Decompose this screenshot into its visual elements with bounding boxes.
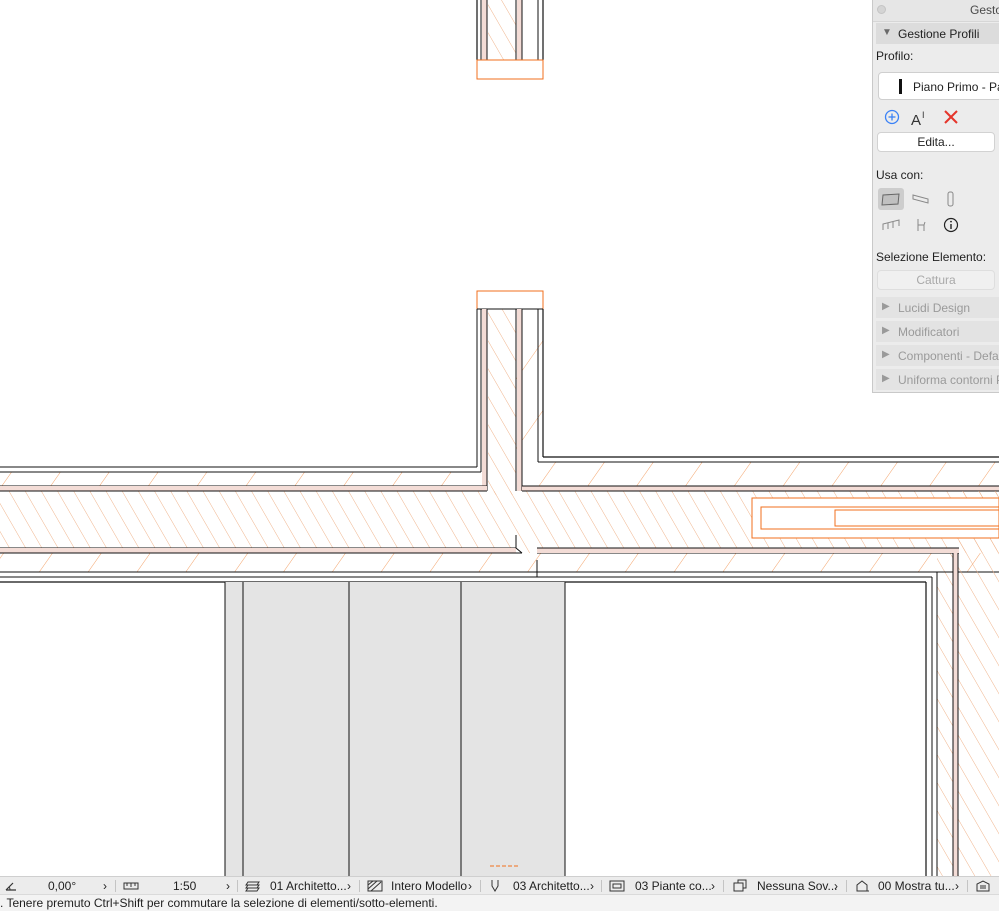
renovation-value[interactable]: 00 Mostra tu...: [878, 877, 955, 894]
svg-text:I: I: [922, 110, 925, 120]
selection-label: Selezione Elemento:: [876, 250, 987, 264]
section-uniforma-contorni[interactable]: ▶ Uniforma contorni P: [876, 369, 999, 390]
close-window-button[interactable]: [877, 5, 886, 14]
ruler-icon: [123, 877, 139, 894]
profile-manager-palette: Gesto ▼ Gestione Profili Profilo: Piano …: [872, 0, 999, 393]
separator: [601, 880, 602, 892]
column-tool-icon[interactable]: [938, 188, 964, 210]
separator: [846, 880, 847, 892]
info-icon[interactable]: [938, 214, 964, 236]
section-componenti[interactable]: ▶ Componenti - Defau: [876, 345, 999, 366]
pen-set-icon: [489, 877, 501, 894]
graphic-override-icon: [732, 877, 748, 894]
palette-title: Gesto: [970, 3, 999, 17]
chevron-right-icon[interactable]: ›: [834, 877, 838, 894]
rename-text-icon[interactable]: AI: [910, 107, 932, 129]
disclosure-closed-icon: ▶: [882, 349, 890, 360]
section-lucidi-design[interactable]: ▶ Lucidi Design: [876, 297, 999, 318]
disclosure-closed-icon: ▶: [882, 301, 890, 312]
separator: [359, 880, 360, 892]
svg-text:A: A: [911, 112, 921, 127]
section-label: Lucidi Design: [898, 301, 971, 315]
room-zones[interactable]: [224, 582, 566, 876]
capture-button[interactable]: Cattura: [877, 270, 995, 290]
chevron-right-icon[interactable]: ›: [955, 877, 959, 894]
edit-button[interactable]: Edita...: [877, 132, 995, 152]
chevron-right-icon[interactable]: ›: [347, 877, 351, 894]
section-label: Modificatori: [898, 325, 960, 339]
profile-swatch-icon: [899, 79, 902, 94]
separator: [237, 880, 238, 892]
status-bar: 0,00° › 1:50 › 01 Architetto... › Intero…: [0, 876, 999, 894]
section-label: Componenti - Defau: [898, 349, 999, 363]
section-title: Gestione Profili: [898, 27, 980, 41]
chevron-right-icon[interactable]: ›: [590, 877, 594, 894]
use-with-label: Usa con:: [876, 168, 924, 182]
separator: [480, 880, 481, 892]
section-modificatori[interactable]: ▶ Modificatori: [876, 321, 999, 342]
separator: [723, 880, 724, 892]
separator: [967, 880, 968, 892]
palette-titlebar[interactable]: Gesto: [873, 0, 999, 22]
disclosure-closed-icon: ▶: [882, 373, 890, 384]
chevron-right-icon[interactable]: ›: [468, 877, 472, 894]
chevron-right-icon[interactable]: ›: [226, 877, 230, 894]
hint-message: . Tenere premuto Ctrl+Shift per commutar…: [0, 894, 999, 911]
override-value[interactable]: Nessuna Sov...: [757, 877, 837, 894]
beam-tool-icon[interactable]: [908, 188, 934, 210]
floor-plan-drawing[interactable]: [0, 0, 999, 876]
plan-canvas[interactable]: [0, 0, 999, 876]
angle-value: 0,00°: [48, 878, 77, 893]
railing-tool-icon[interactable]: [878, 214, 904, 236]
angle-control[interactable]: [3, 877, 27, 894]
disclosure-closed-icon: ▶: [882, 325, 890, 336]
disclosure-open-icon: ▼: [882, 27, 892, 38]
model-view-icon: [367, 877, 383, 894]
section-label: Uniforma contorni P: [898, 373, 999, 387]
slab-tool-icon[interactable]: [878, 188, 904, 210]
delete-x-icon[interactable]: [940, 106, 962, 128]
structure-display-icon[interactable]: [975, 877, 991, 894]
chevron-right-icon[interactable]: ›: [711, 877, 715, 894]
separator: [115, 880, 116, 892]
section-gestione-profili[interactable]: ▼ Gestione Profili: [876, 23, 999, 44]
wall-stub-top[interactable]: [476, 0, 544, 80]
pen-set-value[interactable]: 03 Architetto...: [513, 877, 590, 894]
scale-value[interactable]: 1:50: [173, 877, 196, 894]
layers-icon: [245, 877, 261, 894]
profile-selector[interactable]: Piano Primo - Pa: [878, 72, 999, 100]
renovation-filter-icon: [855, 877, 871, 894]
view-mode-icon: [609, 877, 625, 894]
angle-icon: [3, 879, 19, 893]
profile-value: Piano Primo - Pa: [913, 80, 999, 94]
view-mode-value[interactable]: 03 Piante co...: [635, 877, 712, 894]
add-circle-icon[interactable]: [881, 106, 903, 128]
chair-object-icon[interactable]: [908, 214, 934, 236]
layer-combination-value[interactable]: 01 Architetto...: [270, 877, 347, 894]
profile-label: Profilo:: [876, 49, 914, 63]
model-view-value[interactable]: Intero Modello: [391, 877, 467, 894]
selected-element-outline[interactable]: [751, 497, 999, 539]
chevron-right-icon[interactable]: ›: [103, 877, 107, 894]
